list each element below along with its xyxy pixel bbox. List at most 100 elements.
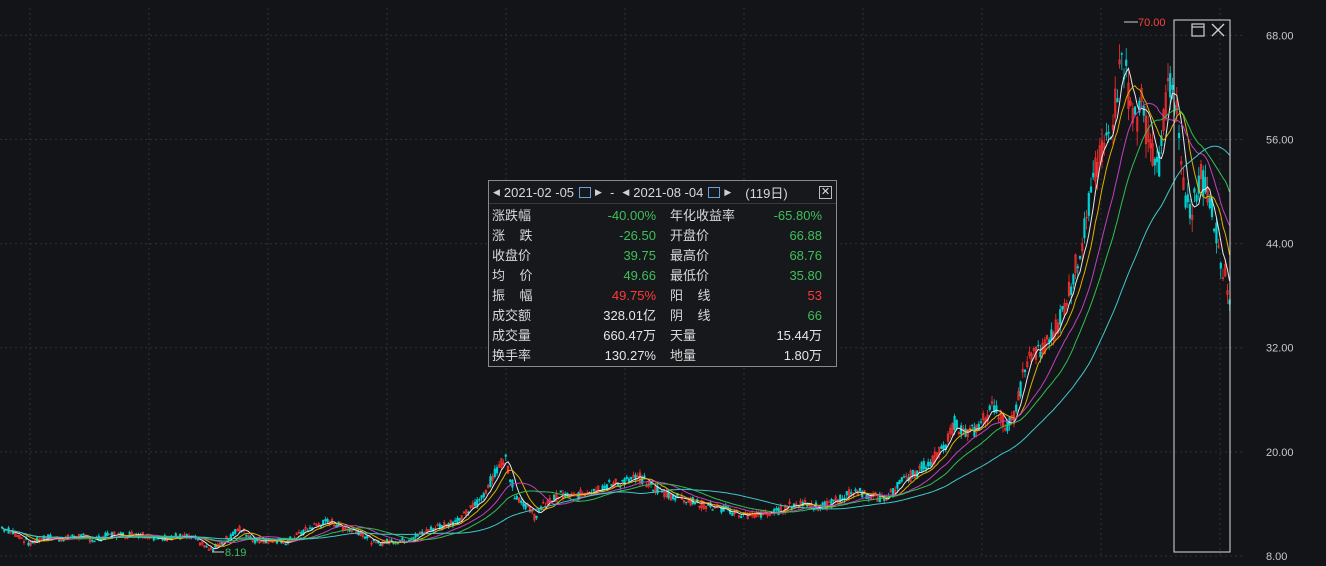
candle-body [482, 493, 485, 498]
candle-body [1061, 306, 1064, 310]
candle-body [1193, 188, 1196, 193]
prev-start-arrow-icon[interactable]: ◀ [493, 187, 500, 198]
candle-body [1059, 309, 1062, 325]
candle-body [911, 470, 914, 476]
candle-body [212, 548, 215, 552]
candle-body [522, 502, 525, 507]
interval-stats-panel: ◀ 2021-02 -05 ▶ - ◀ 2021-08 -04 ▶ (119日)… [488, 180, 837, 367]
candle-body [515, 495, 518, 500]
candle-body [674, 497, 677, 501]
candle-body [526, 505, 529, 507]
restore-icon[interactable] [1190, 22, 1206, 38]
stat-value: 49.66 [623, 268, 656, 283]
candle-body [953, 415, 956, 430]
candle-body [3, 529, 6, 532]
close-icon[interactable]: ✕ [819, 185, 832, 199]
stat-value: 35.80 [789, 268, 822, 283]
stat-label: 年化收益率 [670, 208, 736, 223]
candle-body [1019, 381, 1022, 397]
stat-value: -26.50 [619, 228, 656, 243]
candle-body [1076, 266, 1079, 269]
candle-body [363, 536, 367, 539]
candle-body [979, 421, 983, 423]
candle-body [93, 540, 96, 543]
stat-value: 130.27% [604, 348, 656, 363]
candle-body [693, 502, 697, 505]
stat-label: 成交额 [492, 308, 532, 323]
candle-body [1072, 274, 1075, 285]
candle-body [82, 533, 85, 536]
candle-body [900, 477, 903, 482]
candle-body [366, 536, 369, 539]
stat-value: 15.44万 [776, 328, 822, 343]
candle-body [27, 542, 30, 546]
candle-body [300, 531, 303, 535]
calendar-icon[interactable] [579, 186, 592, 198]
candle-body [493, 468, 496, 478]
candle-body [1092, 172, 1095, 178]
candle-body [775, 508, 778, 511]
candle-body [58, 539, 61, 542]
candle-body [416, 534, 419, 537]
candle-body [971, 424, 974, 427]
candle-body [234, 529, 237, 534]
stat-value: -65.80% [773, 208, 822, 223]
stat-label: 开盘价 [670, 228, 710, 243]
candle-body [119, 532, 122, 535]
y-tick-label: 32.00 [1266, 343, 1294, 355]
candle-body [685, 501, 688, 504]
stat-label: 最低价 [670, 268, 710, 283]
selection-box[interactable] [1173, 19, 1231, 553]
y-tick-label: 20.00 [1266, 447, 1294, 459]
stat-value: 1.80万 [783, 348, 822, 363]
candle-body [898, 479, 901, 485]
candle-body [390, 539, 393, 542]
candle-body [559, 490, 562, 493]
max-price-marker: 70.00 [1138, 17, 1166, 29]
candle-body [1070, 286, 1073, 295]
candle-body [1219, 262, 1222, 269]
candle-body [249, 536, 252, 538]
candle-body [988, 405, 991, 410]
prev-end-arrow-icon[interactable]: ◀ [622, 187, 629, 198]
candle-body [1169, 73, 1172, 98]
candle-body [1186, 194, 1189, 203]
candle-body [1037, 344, 1040, 347]
end-date[interactable]: 2021-08 -04 [633, 185, 703, 200]
y-tick-label: 56.00 [1266, 134, 1294, 146]
y-tick-label: 8.00 [1266, 551, 1287, 563]
candle-body [504, 454, 507, 457]
candle-body [535, 515, 538, 519]
stat-value: 66 [807, 308, 822, 323]
candle-body [955, 419, 958, 428]
stat-label: 最高价 [670, 248, 710, 263]
close-icon[interactable] [1210, 22, 1226, 38]
candle-body [42, 535, 45, 540]
y-axis: 68.00 56.00 44.00 32.00 20.00 8.00 [1266, 30, 1294, 563]
stat-label: 均 价 [492, 268, 533, 283]
candle-body [1120, 53, 1123, 55]
candle-body [806, 505, 809, 507]
candle-body [627, 478, 631, 483]
start-date[interactable]: 2021-02 -05 [504, 185, 574, 200]
candle-body [319, 526, 323, 528]
next-start-arrow-icon[interactable]: ▶ [595, 187, 602, 198]
candle-body [643, 475, 646, 478]
candle-body [1006, 420, 1009, 432]
candle-body [592, 488, 595, 492]
candle-body [324, 519, 327, 522]
candle-body [1023, 369, 1027, 373]
candle-body [284, 543, 287, 546]
candle-body [1039, 351, 1042, 358]
candle-body [832, 499, 835, 501]
stat-label: 阳 线 [670, 288, 711, 303]
candle-body [553, 494, 556, 501]
candle-body [845, 491, 848, 496]
candle-body [1105, 132, 1108, 136]
stat-label: 天量 [670, 328, 697, 343]
candle-body [196, 538, 199, 541]
calendar-icon[interactable] [708, 186, 721, 198]
next-end-arrow-icon[interactable]: ▶ [724, 187, 731, 198]
candle-body [843, 497, 846, 500]
candle-body [902, 476, 906, 478]
